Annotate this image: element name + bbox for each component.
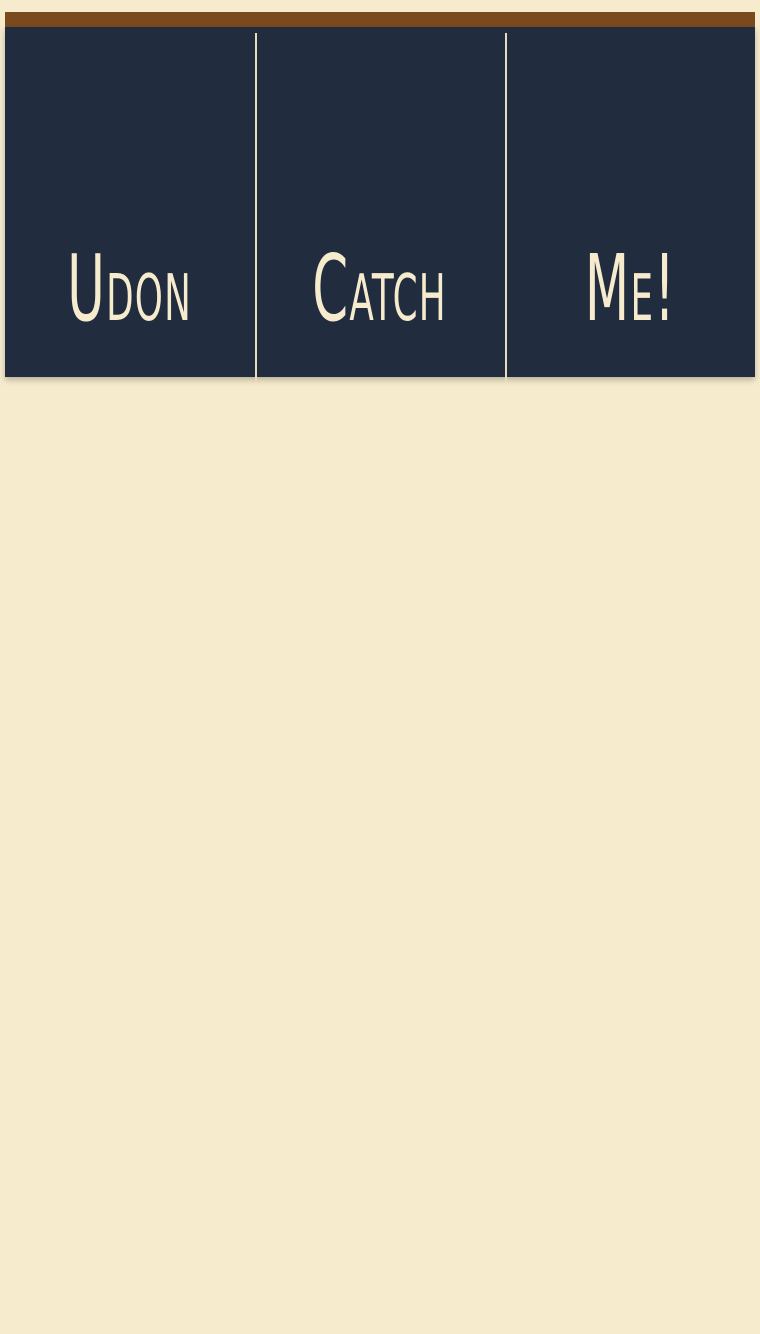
title-tile-udon[interactable]: Udon xyxy=(5,27,255,377)
title-tile-me[interactable]: Me! xyxy=(505,27,755,381)
page-background: Udon Catch Me! xyxy=(5,12,755,1334)
title-word-catch: Catch xyxy=(312,235,448,342)
top-accent-bar xyxy=(5,12,755,27)
title-word-udon: Udon xyxy=(67,235,193,342)
title-header: Udon Catch Me! xyxy=(5,27,755,381)
title-word-me: Me! xyxy=(584,235,676,342)
title-tile-catch[interactable]: Catch xyxy=(255,27,505,381)
tile-divider xyxy=(255,33,257,381)
tile-divider xyxy=(505,33,507,381)
